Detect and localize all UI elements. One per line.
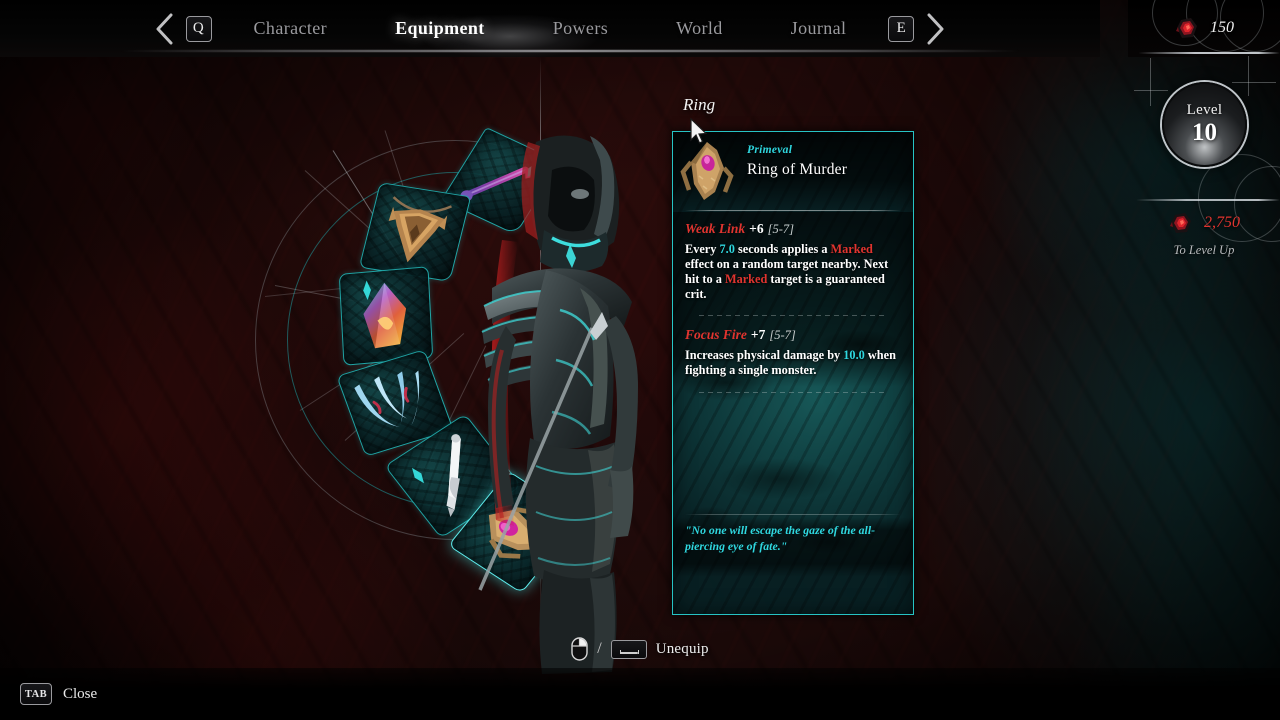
next-tab-key[interactable]: E [888, 15, 915, 42]
fire-crystal-icon [346, 274, 426, 359]
close-label: Close [63, 685, 98, 702]
nav-tabs: Q Character Equipment Powers World Journ… [0, 0, 1100, 57]
red-ore-icon [1168, 210, 1194, 236]
tooltip-divider [685, 514, 901, 515]
chevron-right-icon[interactable] [922, 12, 948, 46]
affix-description: Every 7.0 seconds applies a Marked effec… [685, 242, 889, 302]
affix-range: [5-7] [769, 327, 796, 342]
tooltip-divider [685, 210, 901, 211]
tab-key-icon[interactable]: TAB [20, 683, 52, 705]
stats-panel: 150 Level 10 2,750 To Level Up [1128, 0, 1280, 275]
xp-row: 2,750 [1128, 206, 1280, 240]
level-badge: Level 10 [1162, 82, 1247, 167]
blue-claws-icon [345, 358, 444, 448]
stats-divider-bottom [1136, 199, 1280, 201]
close-hint-bar: TAB Close [0, 668, 1280, 720]
currency-row: 150 [1128, 10, 1280, 46]
item-name: Ring of Murder [747, 161, 848, 178]
red-ore-icon [1174, 15, 1200, 41]
item-rarity: Primeval [747, 144, 793, 156]
action-hint-bar: / Unequip [0, 631, 1280, 667]
tab-world[interactable]: World [676, 18, 723, 39]
tooltip-divider [699, 391, 887, 393]
decor-tick [1248, 56, 1249, 96]
decor-tick [1150, 58, 1151, 106]
mouse-right-click-icon [571, 637, 588, 661]
decor-tick [1232, 82, 1276, 83]
affix-name: Focus Fire [685, 326, 747, 342]
xp-caption: To Level Up [1173, 243, 1235, 257]
tooltip-divider [699, 314, 887, 316]
currency-value: 150 [1210, 19, 1234, 36]
prev-tab-key[interactable]: Q [185, 15, 212, 42]
tab-powers[interactable]: Powers [553, 18, 608, 39]
level-label: Level [1186, 101, 1223, 118]
action-label: Unequip [655, 640, 709, 657]
decor-tick [1134, 90, 1168, 91]
tab-journal[interactable]: Journal [791, 18, 847, 39]
affix-name: Weak Link [685, 221, 746, 236]
tab-character[interactable]: Character [254, 18, 328, 39]
top-nav-bar: Q Character Equipment Powers World Journ… [0, 0, 1100, 70]
level-value: 10 [1192, 118, 1217, 146]
item-tooltip: Primeval Ring of Murder Weak Link +6 [5-… [672, 131, 914, 615]
affix-block: Weak Link +6 [5-7] Every 7.0 seconds app… [685, 220, 901, 303]
tab-equipment[interactable]: Equipment [395, 18, 485, 39]
affix-range: [5-7] [767, 222, 794, 236]
affix-value: +7 [750, 326, 766, 342]
spacebar-key-icon[interactable] [610, 639, 647, 659]
stats-divider-top [1138, 52, 1280, 54]
affix-block: Focus Fire +7 [5-7] Increases physical d… [685, 326, 901, 378]
mouse-cursor-icon [690, 117, 708, 149]
xp-value: 2,750 [1204, 214, 1240, 231]
affix-description: Increases physical damage by 10.0 when f… [685, 347, 896, 377]
hint-separator: / [597, 640, 602, 657]
item-flavor-text: "No one will escape the gaze of the all-… [685, 523, 876, 553]
chevron-left-icon[interactable] [152, 12, 178, 46]
affix-value: +6 [749, 221, 764, 236]
slot-type-label: Ring [683, 95, 716, 114]
character-model [440, 120, 690, 680]
